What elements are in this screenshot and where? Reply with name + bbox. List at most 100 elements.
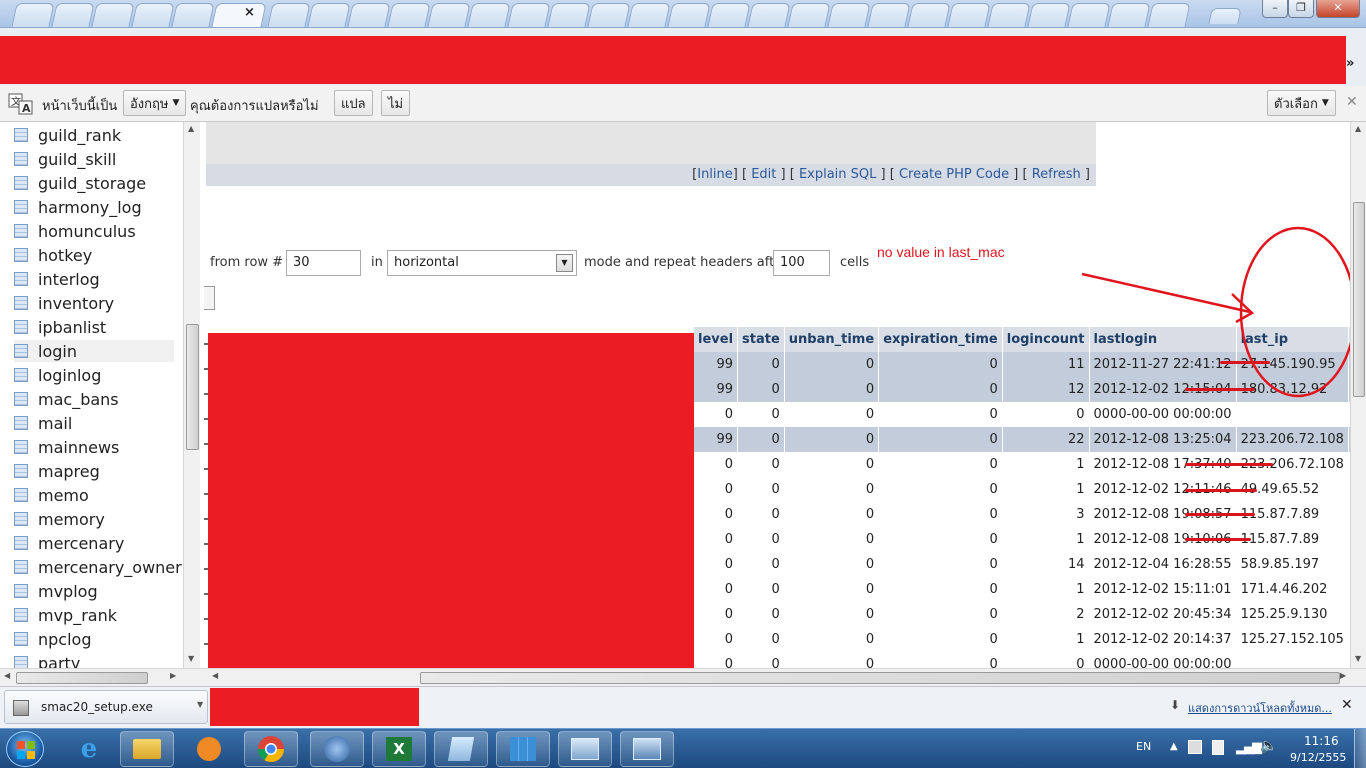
browser-tab[interactable] [987,3,1031,27]
browser-tab[interactable] [1107,3,1151,27]
sidebar-item-mail[interactable]: mail [14,412,174,434]
browser-tab[interactable] [467,3,511,27]
page-vertical-scrollbar[interactable]: ▲ ▼ [1350,122,1366,668]
sidebar-item-mainnews[interactable]: mainnews [14,436,174,458]
browser-tab[interactable] [707,3,751,27]
show-desktop-button[interactable] [1354,729,1366,768]
sidebar-item-mapreg[interactable]: mapreg [14,460,174,482]
sidebar-item-mac-bans[interactable]: mac_bans [14,388,174,410]
sidebar-item-mvp-rank[interactable]: mvp_rank [14,604,174,626]
clock-date[interactable]: 9/12/2555 [1290,751,1346,764]
sidebar-item-hotkey[interactable]: hotkey [14,244,174,266]
column-header-unban-time[interactable]: unban_time [784,327,880,352]
browser-tab[interactable] [267,3,311,27]
maximize-button[interactable]: ❐ [1288,0,1314,18]
sidebar-item-memory[interactable]: memory [14,508,174,530]
browser-tab[interactable] [827,3,871,27]
scroll-up-icon[interactable]: ▲ [188,124,194,133]
remote-desktop-icon[interactable] [620,731,674,767]
from-row-input[interactable]: 30 [286,250,361,276]
sidebar-item-inventory[interactable]: inventory [14,292,174,314]
sidebar-item-ipbanlist[interactable]: ipbanlist [14,316,174,338]
explain-sql-link[interactable]: Explain SQL [799,167,876,182]
column-header-lastlogin[interactable]: lastlogin [1089,327,1237,352]
translate-options-button[interactable]: ตัวเลือก ▼ [1267,90,1336,116]
browser-tab[interactable] [307,3,351,27]
browser-tab[interactable] [907,3,951,27]
network-app-icon[interactable] [558,731,612,767]
browser-tab[interactable] [51,3,95,27]
column-header-logincount[interactable]: logincount [1002,327,1090,352]
browser-tab[interactable] [587,3,631,27]
table-row[interactable]: 99 0 0 0 22 2012-12-08 13:25:04 223.206.72.108 [694,427,1350,452]
sidebar-item-mercenary[interactable]: mercenary [14,532,174,554]
close-translate-icon[interactable]: ✕ [1346,94,1358,110]
display-mode-select[interactable]: horizontal ▼ [387,250,577,276]
bookmarks-overflow-icon[interactable]: » [1346,56,1354,71]
browser-tab[interactable] [747,3,791,27]
clock-time[interactable]: 11:16 [1304,734,1339,748]
sidebar-item-guild-rank[interactable]: guild_rank [14,124,174,146]
table-row[interactable]: 0 0 0 0 2 2012-12-02 20:45:34 125.25.9.130 [694,602,1350,627]
table-row[interactable]: 0 0 0 0 1 2012-12-02 15:11:01 171.4.46.202 [694,577,1350,602]
sidebar-item-party[interactable]: party [14,652,174,668]
browser-tab[interactable] [387,3,431,27]
action-center-icon[interactable] [1188,740,1202,754]
thunderbird-icon[interactable] [310,731,364,767]
column-header-expiration-time[interactable]: expiration_time [878,327,1003,352]
excel-icon[interactable]: X [372,731,426,767]
browser-tab[interactable] [427,3,471,27]
browser-tab[interactable] [547,3,591,27]
no-translate-button[interactable]: ไม่ [381,90,411,116]
minimize-button[interactable]: – [1262,0,1288,18]
table-row[interactable]: 0 0 0 0 14 2012-12-04 16:28:55 58.9.85.197 [694,552,1350,577]
browser-tab[interactable] [1027,3,1071,27]
device-icon[interactable] [1212,740,1224,755]
scroll-down-icon[interactable]: ▼ [1355,654,1361,663]
browser-tab[interactable] [1147,3,1191,27]
chrome-icon[interactable] [244,731,298,767]
table-row[interactable]: 0 0 0 0 0 0000-00-00 00:00:00 [694,402,1350,427]
volume-icon[interactable]: 🔈 [1260,738,1277,754]
notepad-icon[interactable] [434,731,488,767]
sidebar-item-harmony-log[interactable]: harmony_log [14,196,174,218]
language-indicator[interactable]: EN [1136,740,1151,753]
scroll-right-icon[interactable]: ▶ [170,671,176,680]
browser-tab[interactable] [507,3,551,27]
translate-button[interactable]: แปล [334,90,373,116]
sidebar-item-loginlog[interactable]: loginlog [14,364,174,386]
column-header-last-ip[interactable]: last_ip [1236,327,1349,352]
table-row[interactable]: 99 0 0 0 11 2012-11-27 22:41:12 27.145.190.95 [694,352,1350,377]
page-horizontal-scrollbar[interactable]: ◀ ▶ [200,668,1366,686]
media-player-icon[interactable] [182,731,236,767]
browser-tab[interactable] [627,3,671,27]
new-tab-button[interactable] [1208,8,1242,24]
browser-tab[interactable] [91,3,135,27]
browser-tab-active[interactable] [211,3,267,27]
column-header-state[interactable]: state [737,327,785,352]
edit-link[interactable]: Edit [751,167,776,182]
close-window-button[interactable]: ✕ [1316,0,1360,18]
refresh-link[interactable]: Refresh [1032,167,1081,182]
scroll-left-icon[interactable]: ◀ [4,671,10,680]
download-item[interactable]: smac20_setup.exe ▼ [4,690,208,724]
sidebar-item-homunculus[interactable]: homunculus [14,220,174,242]
sidebar-item-memo[interactable]: memo [14,484,174,506]
column-header-level[interactable]: level [694,327,739,352]
browser-tab[interactable] [787,3,831,27]
language-select[interactable]: อังกฤษ ▼ [123,90,187,116]
browser-tab[interactable] [947,3,991,27]
show-hidden-icons-icon[interactable]: ▲ [1170,741,1178,752]
table-row[interactable]: 0 0 0 0 0 0000-00-00 00:00:00 [694,652,1350,668]
browser-tab[interactable] [131,3,175,27]
sidebar-vertical-scrollbar[interactable]: ▲ ▼ [183,122,200,668]
close-download-bar-icon[interactable]: ✕ [1341,697,1353,713]
scroll-right-icon[interactable]: ▶ [1340,671,1346,680]
show-all-downloads-link[interactable]: แสดงการดาวน์โหลดทั้งหมด... [1188,699,1332,717]
create-php-code-link[interactable]: Create PHP Code [899,167,1009,182]
sidebar-item-npclog[interactable]: npclog [14,628,174,650]
sidebar-item-mvplog[interactable]: mvplog [14,580,174,602]
sidebar-item-interlog[interactable]: interlog [14,268,174,290]
scroll-up-icon[interactable]: ▲ [1355,124,1361,133]
sidebar-scroll-thumb[interactable] [186,324,199,450]
